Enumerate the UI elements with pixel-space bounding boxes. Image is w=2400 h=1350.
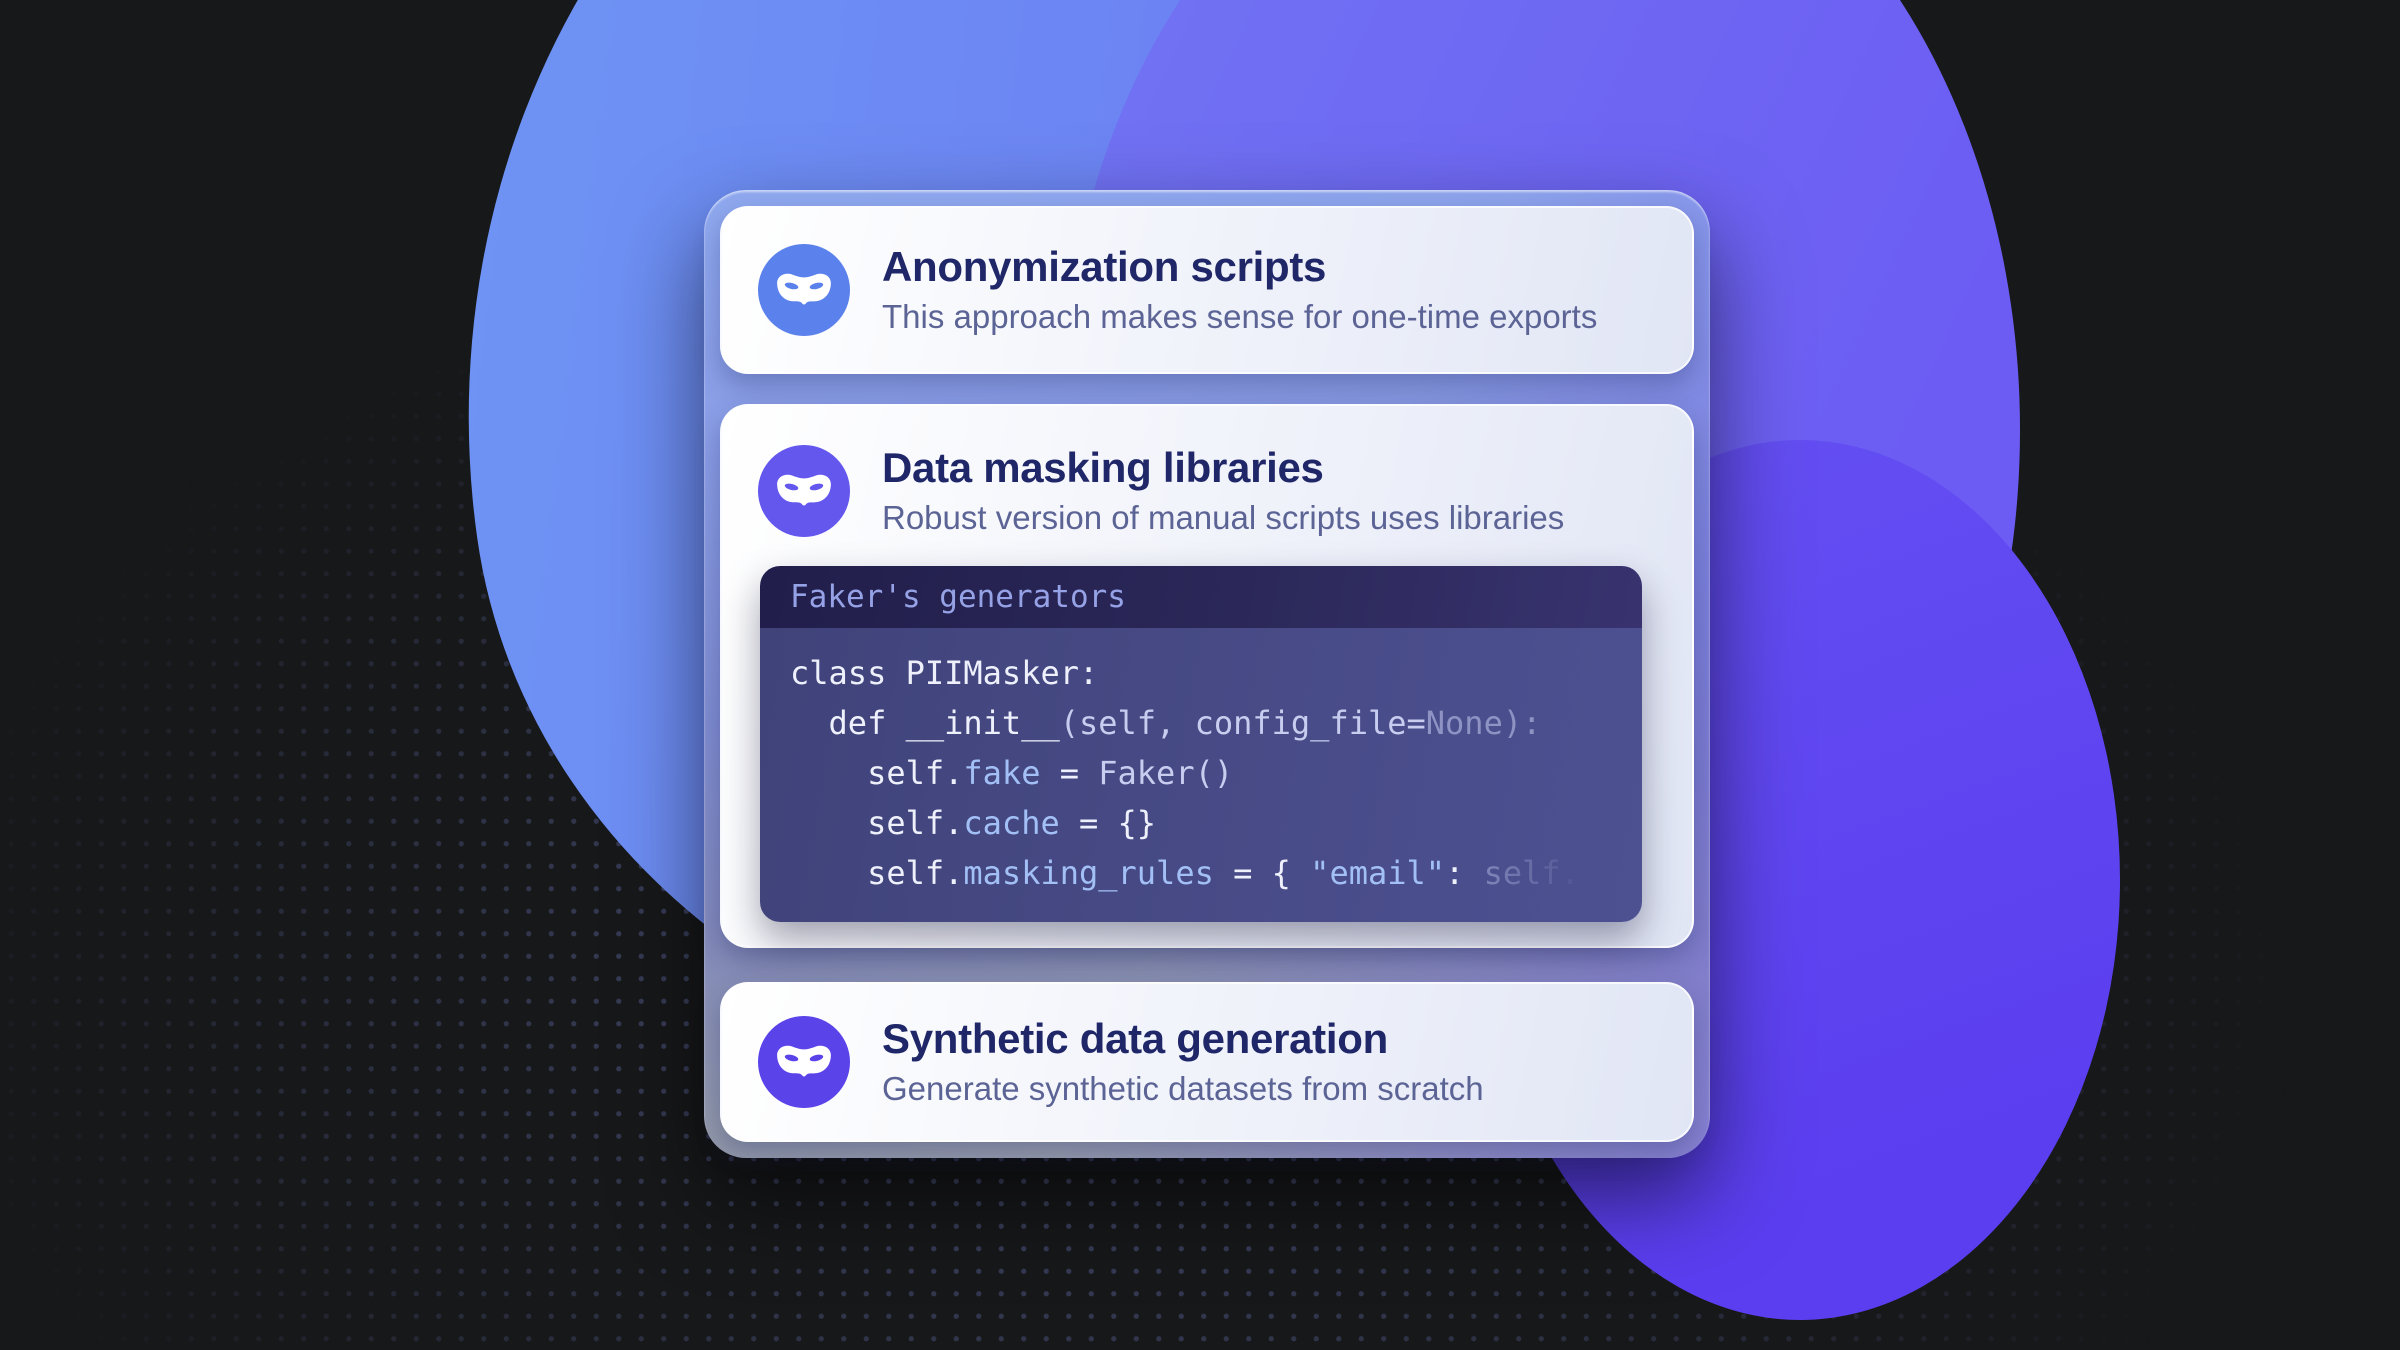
card-subtitle: Generate synthetic datasets from scratch [882,1069,1484,1109]
card-anonymization-scripts: Anonymization scripts This approach make… [720,206,1694,374]
mask-icon [758,1016,850,1108]
code-window-title: Faker's generators [790,579,1126,615]
code-window: Faker's generators class PIIMasker: def … [760,566,1642,922]
card-subtitle: Robust version of manual scripts uses li… [882,498,1564,538]
code-line: self.masking_rules = { "email": self._ [790,848,1612,898]
card-synthetic-data-generation: Synthetic data generation Generate synth… [720,982,1694,1142]
code-line: def __init__(self, config_file=None): [790,698,1612,748]
mask-icon [758,445,850,537]
code-line: self.fake = Faker() [790,748,1612,798]
card-title: Synthetic data generation [882,1015,1484,1063]
card-title: Data masking libraries [882,444,1564,492]
card-header: Data masking libraries Robust version of… [758,444,1648,538]
background: Anonymization scripts This approach make… [0,0,2400,1350]
code-window-header: Faker's generators [760,566,1642,628]
options-panel: Anonymization scripts This approach make… [704,190,1710,1158]
code-body: class PIIMasker: def __init__(self, conf… [760,628,1642,922]
card-subtitle: This approach makes sense for one-time e… [882,297,1597,337]
code-line: self.cache = {} [790,798,1612,848]
mask-icon [758,244,850,336]
card-data-masking-libraries: Data masking libraries Robust version of… [720,404,1694,948]
card-title: Anonymization scripts [882,243,1597,291]
code-line: class PIIMasker: [790,648,1612,698]
